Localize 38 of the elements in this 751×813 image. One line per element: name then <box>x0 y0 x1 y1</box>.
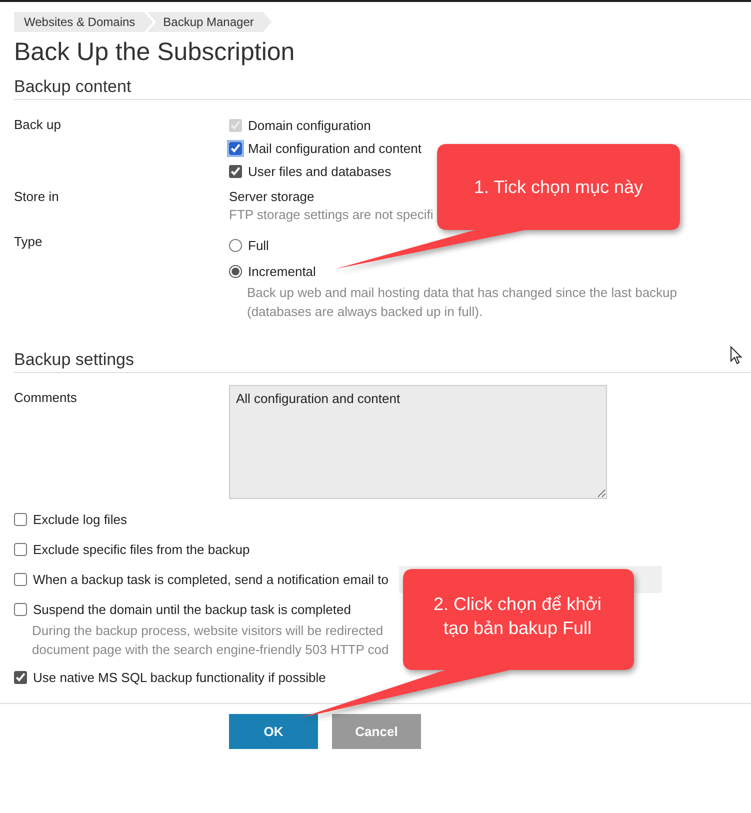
checkbox[interactable] <box>229 165 242 178</box>
comments-field[interactable]: All configuration and content <box>229 385 607 499</box>
checkbox[interactable] <box>14 671 27 684</box>
hint-text: FTP storage settings are not specifi <box>229 206 434 224</box>
callout-text: 2. Click chọn để khởi tạo bản bakup Full <box>432 593 602 640</box>
callout-text: 1. Tick chọn mục này <box>474 176 644 199</box>
option-description: (databases are always backed up in full). <box>246 303 484 321</box>
field-label: Type <box>14 234 44 251</box>
cursor-icon <box>730 346 742 365</box>
checkbox[interactable] <box>14 543 27 556</box>
radio-button[interactable] <box>229 239 242 252</box>
checkbox-label: User files and databases <box>248 164 392 179</box>
checkbox[interactable] <box>14 573 27 586</box>
checkbox-label: When a backup task is completed, send a notification email to <box>33 572 389 587</box>
page-title: Back Up the Subscription <box>14 38 296 67</box>
checkbox-label: Mail configuration and content <box>248 141 422 156</box>
field-label: Store in <box>14 189 60 206</box>
checkbox-label: Use native MS SQL backup functionality if possible <box>33 670 326 685</box>
checkbox[interactable] <box>14 513 27 526</box>
field-value: Server storage <box>229 189 314 205</box>
option-description: document page with the search engine-friendly 503 HTTP cod <box>31 641 389 659</box>
radio-label: Incremental <box>248 264 316 279</box>
checkbox[interactable] <box>14 603 27 616</box>
ok-button[interactable]: OK <box>229 714 318 749</box>
checkbox-label: Domain configuration <box>248 118 371 132</box>
radio-button[interactable] <box>229 265 242 278</box>
field-label: Back up <box>14 117 62 134</box>
breadcrumb-link[interactable]: Websites & Domains <box>14 12 154 32</box>
breadcrumb-link[interactable]: Backup Manager <box>147 12 272 32</box>
checkbox[interactable] <box>229 142 242 155</box>
checkbox-label: Exclude specific files from the backup <box>33 542 250 557</box>
field-label: Comments <box>14 389 78 407</box>
option-description: During the backup process, website visitors will be redirected <box>31 622 384 640</box>
option-description: Back up web and mail hosting data that has changed since the last backup <box>246 284 678 302</box>
checkbox-label: Exclude log files <box>33 512 127 527</box>
checkbox-label: Suspend the domain until the backup task is completed <box>33 602 351 617</box>
section-heading: Backup content <box>14 77 751 100</box>
radio-label: Full <box>248 238 269 253</box>
